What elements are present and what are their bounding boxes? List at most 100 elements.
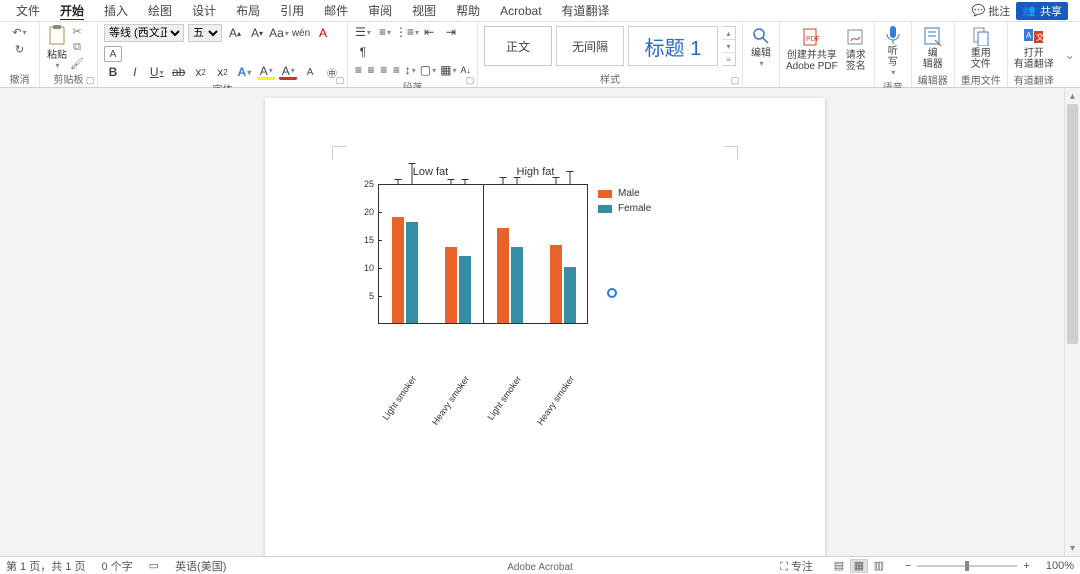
highlight-button[interactable]: A▾ xyxy=(257,64,275,80)
cursor-indicator xyxy=(607,288,617,298)
translate-label2: 有道翻译 xyxy=(1014,59,1054,70)
borders-button[interactable]: ▦▾ xyxy=(440,62,456,78)
format-painter-button[interactable]: 🖌 xyxy=(70,56,84,70)
document-area[interactable]: Low fat High fat 510152025 Light smokerH… xyxy=(0,88,1080,556)
paste-dropdown[interactable]: ▾ xyxy=(55,61,59,70)
style-heading1[interactable]: 标题 1 xyxy=(628,26,718,66)
decrease-indent-button[interactable]: ⇤ xyxy=(420,24,438,40)
comments-button[interactable]: 💬 批注 xyxy=(972,3,1011,19)
shading-button[interactable]: ▢▾ xyxy=(420,62,436,78)
tab-references[interactable]: 引用 xyxy=(270,0,314,21)
vertical-scrollbar[interactable]: ▴ ▾ xyxy=(1064,88,1080,556)
gallery-down-icon[interactable]: ▾ xyxy=(722,40,735,53)
redo-button[interactable]: ↻ xyxy=(12,41,28,57)
margin-mark-tl xyxy=(332,146,346,160)
change-case-button[interactable]: Aa▾ xyxy=(270,25,288,41)
numbering-button[interactable]: ≡▾ xyxy=(376,24,394,40)
bullets-button[interactable]: ☰▾ xyxy=(354,24,372,40)
styles-group-label: 样式 xyxy=(484,70,736,87)
strikethrough-button[interactable]: ab xyxy=(170,64,188,80)
font-launcher[interactable]: ▢ xyxy=(335,75,345,85)
request-sign-icon[interactable] xyxy=(844,26,868,50)
grow-font-button[interactable]: A▴ xyxy=(226,25,244,41)
align-left-button[interactable]: ≡ xyxy=(354,62,363,78)
cut-button[interactable]: ✂ xyxy=(70,24,84,38)
editing-dropdown[interactable]: ▾ xyxy=(759,59,763,68)
tab-mailings[interactable]: 邮件 xyxy=(314,0,358,21)
align-center-button[interactable]: ≡ xyxy=(367,62,376,78)
scroll-thumb[interactable] xyxy=(1067,104,1078,344)
tab-view[interactable]: 视图 xyxy=(402,0,446,21)
comments-label: 批注 xyxy=(988,3,1010,19)
zoom-slider[interactable] xyxy=(917,565,1017,567)
style-gallery-scroll[interactable]: ▴ ▾ ≡ xyxy=(722,26,736,66)
style-nospacing[interactable]: 无间隔 xyxy=(556,26,624,66)
chart[interactable]: Low fat High fat 510152025 Light smokerH… xyxy=(348,166,608,391)
tab-acrobat[interactable]: Acrobat xyxy=(490,2,551,20)
dictate-dropdown[interactable]: ▾ xyxy=(891,68,895,77)
editing-group-label xyxy=(760,74,763,87)
multilevel-button[interactable]: ⋮≡▾ xyxy=(398,24,416,40)
tab-layout[interactable]: 布局 xyxy=(226,0,270,21)
phonetic-button[interactable]: wén xyxy=(292,25,310,41)
chart-xlabels: Light smokerHeavy smokerLight smokerHeav… xyxy=(378,326,588,386)
reuse-group-label: 重用文件 xyxy=(961,70,1001,87)
clipboard-icon xyxy=(46,24,68,46)
text-effects-button[interactable]: A▾ xyxy=(235,64,253,80)
margin-mark-tr xyxy=(724,146,738,160)
subscript-button[interactable]: x2 xyxy=(192,64,210,80)
font-size-select[interactable]: 五号 xyxy=(188,24,222,42)
align-right-button[interactable]: ≡ xyxy=(379,62,388,78)
create-pdf-icon[interactable]: PDF xyxy=(800,26,824,50)
line-spacing-button[interactable]: ↕▾ xyxy=(405,62,416,78)
share-button[interactable]: 👥 共享 xyxy=(1016,2,1068,20)
font-color-button[interactable]: A▾ xyxy=(279,64,297,80)
collapse-ribbon-button[interactable]: ⌄ xyxy=(1060,22,1080,87)
editor-group-label: 编辑器 xyxy=(918,70,948,87)
tab-insert[interactable]: 插入 xyxy=(94,0,138,21)
reuse-label: 重用 xyxy=(971,48,991,59)
underline-button[interactable]: U▾ xyxy=(148,64,166,80)
page[interactable]: Low fat High fat 510152025 Light smokerH… xyxy=(265,98,825,556)
scroll-down-icon[interactable]: ▾ xyxy=(1065,540,1080,556)
font-name-select[interactable]: 等线 (西文正文) xyxy=(104,24,184,42)
reuse-icon[interactable] xyxy=(969,24,993,48)
scroll-up-icon[interactable]: ▴ xyxy=(1065,88,1080,104)
gallery-more-icon[interactable]: ≡ xyxy=(722,53,735,65)
svg-text:A: A xyxy=(1026,31,1032,40)
undo-button[interactable]: ↶▾ xyxy=(12,24,28,40)
tab-youdao[interactable]: 有道翻译 xyxy=(552,0,620,21)
tab-home[interactable]: 开始 xyxy=(50,0,94,21)
increase-indent-button[interactable]: ⇥ xyxy=(442,24,460,40)
paste-button[interactable]: 粘贴 ▾ xyxy=(46,24,68,70)
clear-format-button[interactable]: A xyxy=(314,25,332,41)
dictate-icon[interactable] xyxy=(881,24,905,46)
tab-design[interactable]: 设计 xyxy=(182,0,226,21)
paragraph-launcher[interactable]: ▢ xyxy=(465,75,475,85)
char-border-button[interactable]: A xyxy=(104,46,122,62)
tab-bar: 文件 开始 插入 绘图 设计 布局 引用 邮件 审阅 视图 帮助 Acrobat… xyxy=(0,0,1080,22)
align-justify-button[interactable]: ≡ xyxy=(392,62,401,78)
tab-file[interactable]: 文件 xyxy=(6,0,50,21)
editor-icon[interactable] xyxy=(921,24,945,48)
enclose-char-button[interactable]: A xyxy=(301,64,319,80)
italic-button[interactable]: I xyxy=(126,64,144,80)
find-icon[interactable] xyxy=(749,24,773,48)
gallery-up-icon[interactable]: ▴ xyxy=(722,27,735,40)
translate-group-label: 有道翻译 xyxy=(1014,70,1054,87)
showmarks-button[interactable]: ¶ xyxy=(354,44,372,60)
style-normal[interactable]: 正文 xyxy=(484,26,552,66)
comment-icon: 💬 xyxy=(972,4,986,17)
shrink-font-button[interactable]: A▾ xyxy=(248,25,266,41)
share-icon: 👥 xyxy=(1022,4,1036,17)
styles-launcher[interactable]: ▢ xyxy=(730,75,740,85)
superscript-button[interactable]: x2 xyxy=(214,64,232,80)
copy-button[interactable]: ⧉ xyxy=(70,40,84,54)
clipboard-launcher[interactable]: ▢ xyxy=(85,75,95,85)
translate-icon[interactable]: A文 xyxy=(1022,24,1046,48)
tab-draw[interactable]: 绘图 xyxy=(138,0,182,21)
legend-swatch-female xyxy=(598,205,612,213)
tab-help[interactable]: 帮助 xyxy=(446,0,490,21)
tab-review[interactable]: 审阅 xyxy=(358,0,402,21)
bold-button[interactable]: B xyxy=(104,64,122,80)
